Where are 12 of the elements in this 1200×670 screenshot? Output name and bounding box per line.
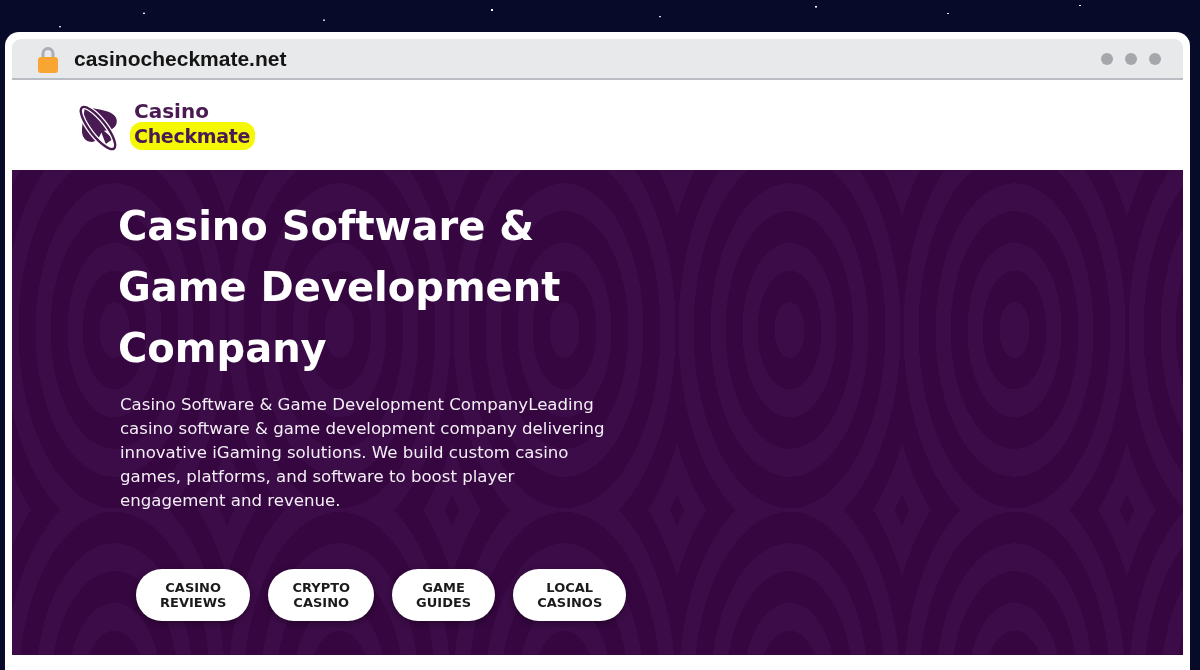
hero-description: Casino Software & Game Development CompanyLeading casino software & game development company delivering innovative iGaming solutions. We build custom casino games, platforms, and software to boost player engagement and revenue. [120,394,606,512]
category-button[interactable]: CASINO REVIEWS [136,569,251,621]
window-dot-icon[interactable] [1101,52,1113,65]
url-text: casinocheckmate.net [74,46,287,71]
hero-title: Casino Software & Game Development Company [118,202,562,373]
logo-text: Casino [133,100,209,122]
category-button[interactable]: GAME GUIDES [392,569,496,621]
category-button[interactable]: LOCAL CASINOS [513,569,627,621]
category-button[interactable]: CRYPTO CASINO [268,569,375,621]
window-dot-icon[interactable] [1125,52,1137,65]
logo-text-highlight: Checkmate [130,122,256,150]
window-dot-icon[interactable] [1149,52,1161,65]
